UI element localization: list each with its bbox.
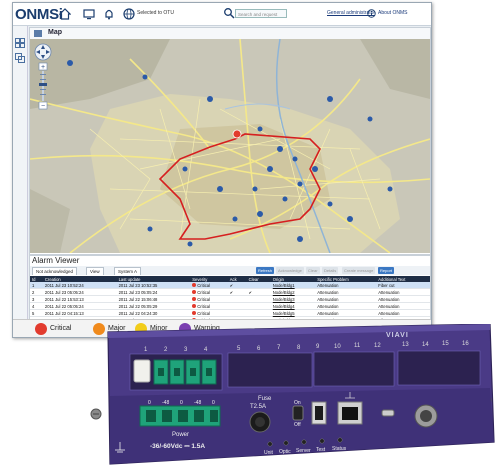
terminal-label: -48	[162, 400, 169, 406]
clear-button[interactable]: Clear	[306, 267, 320, 274]
details-button[interactable]: Details	[322, 267, 339, 274]
led-label: Server	[296, 448, 311, 454]
slot-number: 10	[334, 344, 341, 350]
slot-number: 15	[442, 341, 449, 347]
critical-icon	[192, 297, 197, 302]
table-row[interactable]: 2 2011 Jul 23 05:05:24 2011 Jul 23 05:05…	[30, 288, 430, 296]
map-title: Map	[48, 29, 62, 36]
app-logo: ONMSi	[15, 6, 63, 23]
map-icon	[34, 30, 42, 37]
search-input[interactable]: Search and request	[235, 9, 287, 18]
zoom-slider-handle	[39, 83, 47, 86]
report-button[interactable]: Report	[378, 267, 395, 274]
zoom-in-button: +	[41, 64, 45, 71]
power-spec: -36/-60Vdc ⎓ 1.5A	[150, 443, 205, 450]
onmsi-window: ONMSi Selected to OTU Search and request…	[12, 2, 432, 338]
tab-not-acknowledged[interactable]: Not acknowledged	[32, 267, 78, 275]
terminal-label: -48	[194, 400, 201, 406]
slot-number: 11	[354, 343, 361, 349]
led-label: Test	[316, 447, 326, 453]
critical-alarm-marker	[232, 129, 242, 139]
micro-usb-port[interactable]	[381, 409, 395, 417]
terminal-label: 0	[212, 400, 215, 406]
layers-icon[interactable]	[15, 53, 25, 63]
about-link[interactable]: About ONMS	[378, 10, 407, 16]
critical-icon	[192, 290, 197, 295]
critical-icon	[192, 283, 197, 288]
switch-on-label: On	[294, 400, 301, 406]
power-switch[interactable]	[292, 405, 304, 421]
alarm-tab-strip: Not acknowledged View System A Refresh A…	[30, 266, 430, 275]
info-icon[interactable]	[367, 9, 376, 18]
alarm-viewer-title: Alarm Viewer	[32, 256, 80, 265]
switch-off-label: Off	[294, 422, 301, 428]
acknowledge-button[interactable]: Acknowledge	[276, 267, 304, 274]
terminal-label: 0	[148, 400, 151, 406]
map-panel: Map + −	[29, 27, 431, 255]
alarm-table: Id Creation Last update Severity Ack Cle…	[30, 276, 430, 324]
table-row[interactable]: 3 2011 Jul 22 15:53:13 2011 Jul 22 15:06…	[30, 295, 430, 303]
slot-number: 13	[402, 342, 409, 348]
critical-icon	[35, 323, 47, 335]
grid-view-icon[interactable]	[15, 38, 25, 48]
critical-icon	[192, 311, 197, 316]
tab-view[interactable]: View	[86, 267, 104, 275]
dust-cap	[133, 359, 151, 383]
map-zoom-control[interactable]: + −	[32, 43, 54, 115]
top-toolbar: ONMSi Selected to OTU Search and request…	[13, 3, 431, 26]
brand-logo: VIAVI	[386, 332, 409, 339]
power-label: Power	[172, 432, 189, 438]
map-canvas[interactable]	[30, 39, 430, 253]
led-label: Optic	[279, 449, 291, 455]
led-label: Status	[332, 446, 347, 452]
slot-number: 14	[422, 342, 429, 348]
fuse-label: Fuse	[258, 396, 272, 402]
slot-number: 16	[462, 341, 469, 347]
search-icon[interactable]	[223, 7, 235, 19]
refresh-button[interactable]: Refresh	[256, 267, 275, 274]
slot-number: 12	[374, 343, 381, 349]
connection-status: Selected to OTU	[137, 10, 174, 16]
fuse-rating: T2.5A	[250, 404, 266, 410]
alarm-bell-icon[interactable]	[103, 8, 115, 20]
led-label: Unit	[264, 450, 274, 456]
home-icon[interactable]	[59, 8, 71, 20]
table-row[interactable]: 5 2011 Jul 22 04:15:13 2011 Jul 22 04:24…	[30, 309, 430, 317]
left-rail	[13, 26, 28, 337]
zoom-out-button: −	[41, 103, 45, 110]
table-row[interactable]: 4 2011 Jul 22 05:05:24 2011 Jul 22 05:05…	[30, 302, 430, 310]
create-message-button[interactable]: Create message	[342, 267, 376, 274]
monitor-icon[interactable]	[83, 8, 95, 20]
terminal-label: 0	[180, 400, 183, 406]
tab-system[interactable]: System A	[114, 267, 142, 275]
globe-icon[interactable]	[123, 8, 135, 20]
otu-hardware-module: 1 2 3 4 5 6 7 8 9 10 11 12 13 14 15 16 V…	[90, 324, 495, 465]
critical-icon	[192, 304, 197, 309]
